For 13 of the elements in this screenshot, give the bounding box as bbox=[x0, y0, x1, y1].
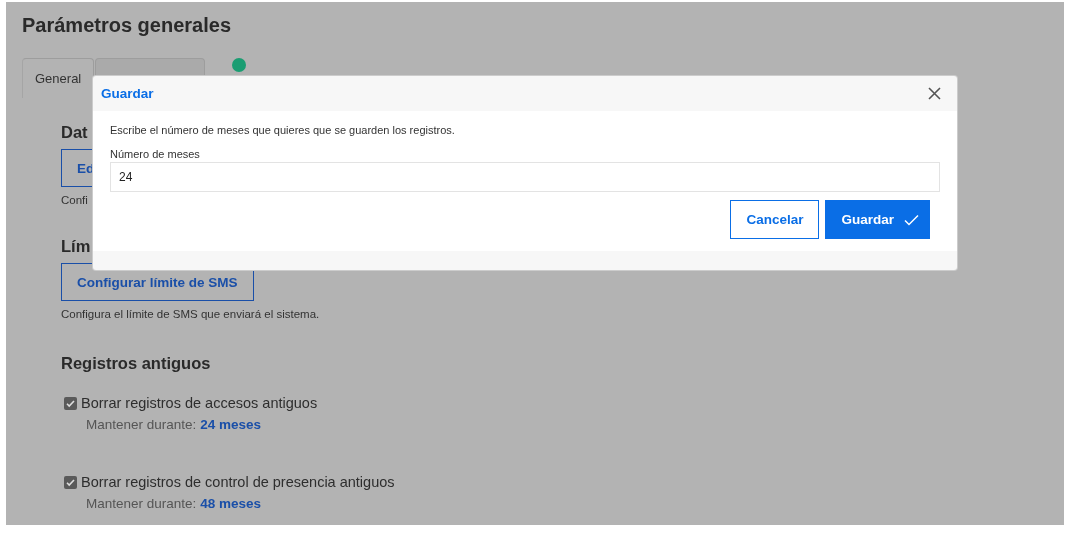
section-heading: Lím bbox=[61, 237, 91, 256]
dialog-description: Escribe el número de meses que quieres que se guarden los registros. bbox=[110, 124, 456, 136]
keep-label: Mantener durante: bbox=[86, 496, 197, 511]
dialog-title: Guardar bbox=[101, 86, 154, 101]
field-label: Número de meses bbox=[110, 148, 201, 160]
checkbox-label: Borrar registros de control de presencia antiguos bbox=[81, 474, 395, 490]
section-description: Configura el límite de SMS que enviará el sistema. bbox=[61, 308, 321, 320]
section-heading: Dat bbox=[61, 123, 88, 142]
keep-label: Mantener durante: bbox=[86, 417, 197, 432]
checkbox-label: Borrar registros de accesos antiguos bbox=[81, 395, 318, 411]
section-heading: Registros antiguos bbox=[61, 354, 211, 373]
section-description: Confi bbox=[61, 194, 89, 206]
page-title: Parámetros generales bbox=[22, 14, 232, 37]
